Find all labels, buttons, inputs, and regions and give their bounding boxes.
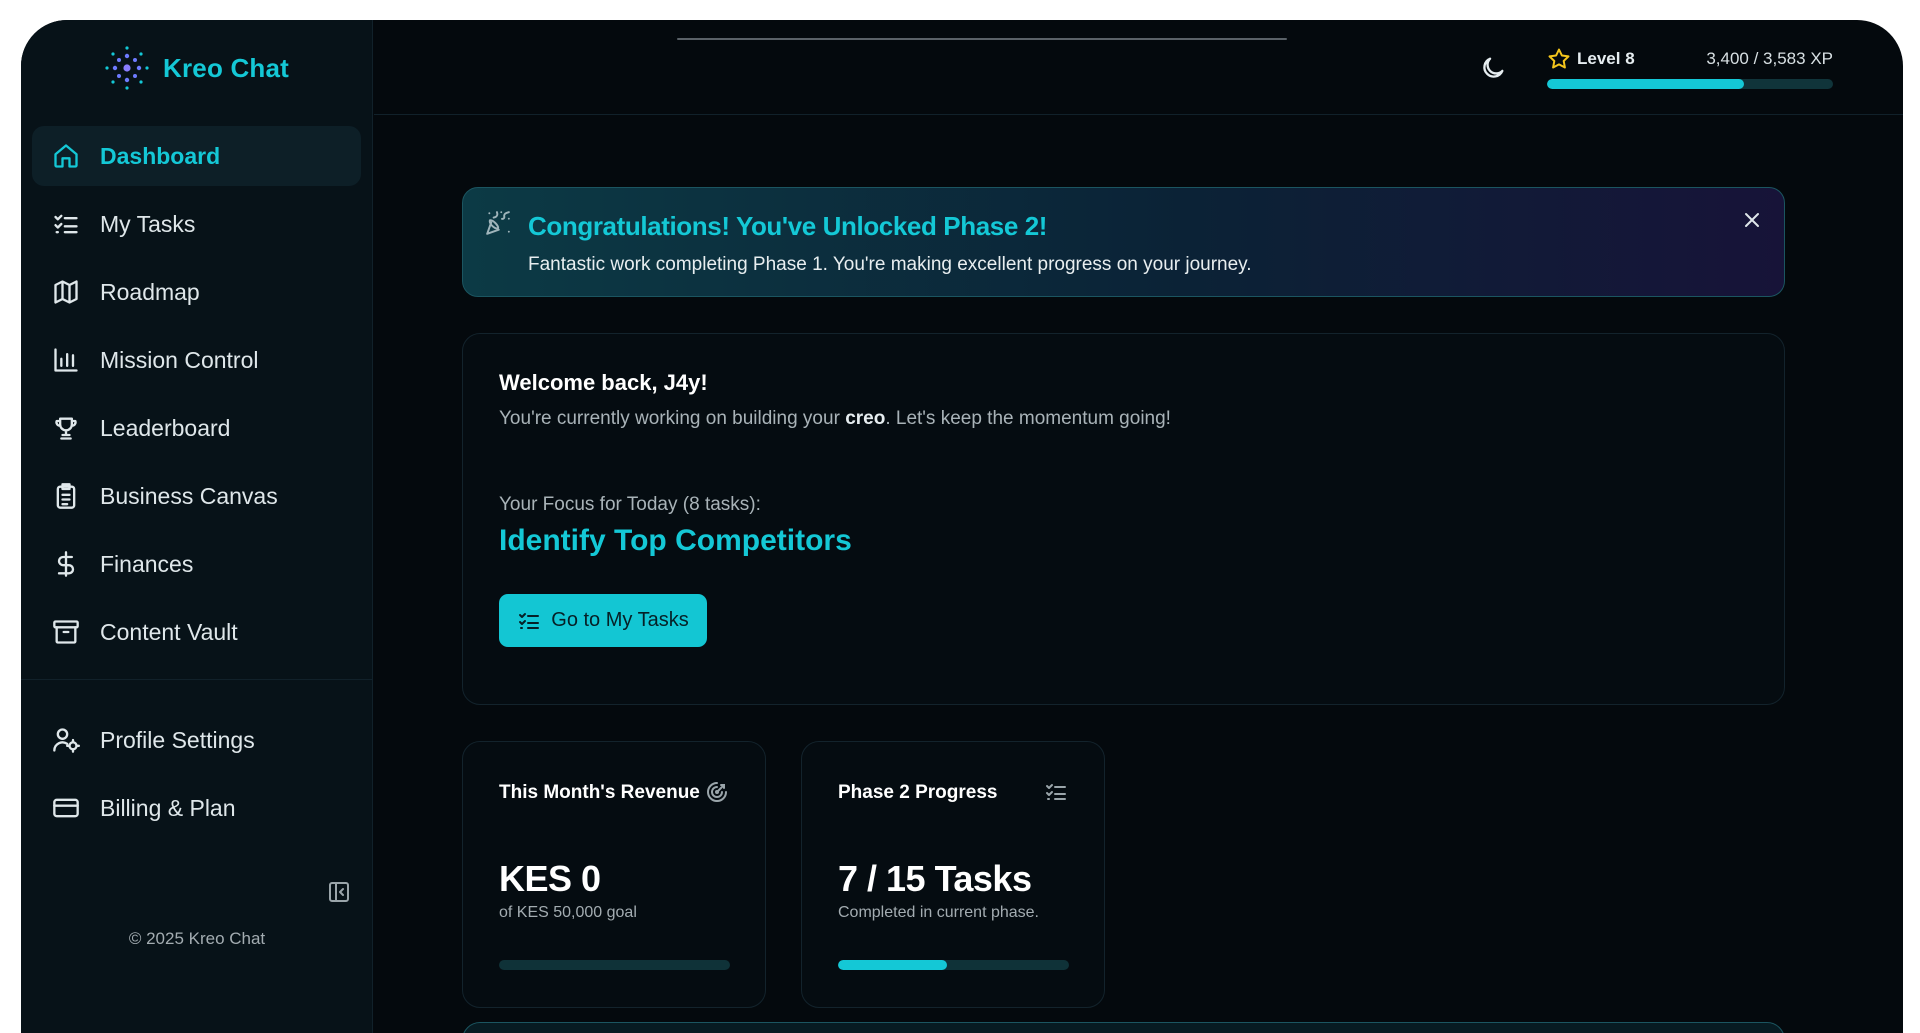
welcome-subtitle-text: You're currently working on building you… xyxy=(499,408,846,429)
clipboard-icon xyxy=(56,483,76,509)
brand-name: Kreo Chat xyxy=(163,52,290,83)
copyright: © 2025 Kreo Chat xyxy=(128,929,266,948)
welcome-subtitle-end: . Let's keep the momentum going! xyxy=(885,408,1171,429)
sidebar-item-leaderboard[interactable]: Leaderboard xyxy=(32,398,361,458)
banner-text: Fantastic work completing Phase 1. You'r… xyxy=(528,254,1252,275)
sidebar-item-business-canvas[interactable]: Business Canvas xyxy=(32,466,361,526)
stat-title: This Month's Revenue xyxy=(499,782,700,803)
stat-subtitle: of KES 50,000 goal xyxy=(499,904,637,921)
phase-unlocked-banner: Congratulations! You've Unlocked Phase 2… xyxy=(462,187,1785,297)
phase-progress-card: Phase 2 Progress 7 / 15 Tasks Completed … xyxy=(801,741,1105,1008)
sidebar: Kreo Chat Dashboard My Tasks Roadmap Mis… xyxy=(21,20,373,1033)
xp-bar-fill xyxy=(1547,79,1745,89)
brand-logo-icon xyxy=(105,46,149,90)
sidebar-item-label: Leaderboard xyxy=(100,414,231,441)
welcome-card: Welcome back, J4y! You're currently work… xyxy=(462,333,1785,705)
top-header: Level 8 3,400 / 3,583 XP xyxy=(374,20,1903,115)
moon-icon[interactable] xyxy=(1479,54,1507,82)
sidebar-item-label: Roadmap xyxy=(100,278,200,305)
sidebar-divider xyxy=(21,679,373,680)
revenue-progress-bar xyxy=(499,960,730,970)
star-icon xyxy=(1548,48,1570,69)
stat-title: Phase 2 Progress xyxy=(838,782,998,803)
sidebar-item-profile-settings[interactable]: Profile Settings xyxy=(32,710,361,770)
banner-title: Congratulations! You've Unlocked Phase 2… xyxy=(528,211,1048,241)
sidebar-item-roadmap[interactable]: Roadmap xyxy=(32,262,361,322)
bar-chart-icon xyxy=(54,348,78,372)
credit-card-icon xyxy=(53,798,79,818)
welcome-subtitle: You're currently working on building you… xyxy=(499,408,1171,430)
welcome-title: Welcome back, J4y! xyxy=(499,370,708,395)
sidebar-secondary-nav: Profile Settings Billing & Plan xyxy=(32,710,361,846)
trophy-icon xyxy=(55,417,77,440)
go-to-my-tasks-label: Go to My Tasks xyxy=(551,609,689,631)
sidebar-item-label: Billing & Plan xyxy=(100,794,236,821)
sidebar-item-dashboard[interactable]: Dashboard xyxy=(32,126,361,186)
sidebar-item-label: Dashboard xyxy=(100,142,221,169)
project-name: creo xyxy=(845,408,886,429)
sidebar-item-label: Mission Control xyxy=(100,346,259,373)
focus-task[interactable]: Identify Top Competitors xyxy=(499,524,852,558)
list-checks-icon xyxy=(1046,784,1066,800)
sidebar-item-finances[interactable]: Finances xyxy=(32,534,361,594)
brand[interactable]: Kreo Chat xyxy=(101,42,289,94)
focus-label: Your Focus for Today (8 tasks): xyxy=(499,494,761,515)
stat-value: KES 0 xyxy=(499,858,601,899)
user-cog-icon xyxy=(53,728,80,753)
map-icon xyxy=(54,280,78,304)
sidebar-item-billing-plan[interactable]: Billing & Plan xyxy=(32,778,361,838)
archive-icon xyxy=(53,620,79,644)
party-popper-icon xyxy=(486,211,510,235)
app-window: Kreo Chat Dashboard My Tasks Roadmap Mis… xyxy=(21,20,1903,1033)
target-icon xyxy=(707,782,727,802)
phase-progress-fill xyxy=(838,960,947,970)
sidebar-item-mission-control[interactable]: Mission Control xyxy=(32,330,361,390)
xp-bar xyxy=(1547,79,1833,89)
sidebar-item-label: Content Vault xyxy=(100,618,238,645)
phase-progress-bar xyxy=(838,960,1069,970)
dollar-icon xyxy=(57,551,75,577)
collapse-sidebar-icon[interactable] xyxy=(327,880,351,904)
home-icon xyxy=(54,144,78,168)
xp-text: 3,400 / 3,583 XP xyxy=(1706,49,1833,68)
sidebar-item-label: My Tasks xyxy=(100,210,196,237)
level-label: Level 8 xyxy=(1577,49,1635,68)
stat-value: 7 / 15 Tasks xyxy=(838,858,1032,899)
revenue-card: This Month's Revenue KES 0 of KES 50,000… xyxy=(462,741,766,1008)
sidebar-item-label: Profile Settings xyxy=(100,726,255,753)
sidebar-item-label: Business Canvas xyxy=(100,482,278,509)
close-icon[interactable] xyxy=(1740,208,1764,232)
next-section-card xyxy=(462,1022,1785,1033)
sidebar-item-content-vault[interactable]: Content Vault xyxy=(32,602,361,662)
sidebar-item-label: Finances xyxy=(100,550,194,577)
sidebar-item-my-tasks[interactable]: My Tasks xyxy=(32,194,361,254)
sidebar-nav: Dashboard My Tasks Roadmap Mission Contr… xyxy=(32,126,361,670)
level-progress: Level 8 3,400 / 3,583 XP xyxy=(1547,47,1833,89)
list-checks-icon xyxy=(54,214,78,234)
stat-subtitle: Completed in current phase. xyxy=(838,904,1039,921)
go-to-my-tasks-button[interactable]: Go to My Tasks xyxy=(499,594,707,647)
list-checks-icon xyxy=(519,612,540,629)
